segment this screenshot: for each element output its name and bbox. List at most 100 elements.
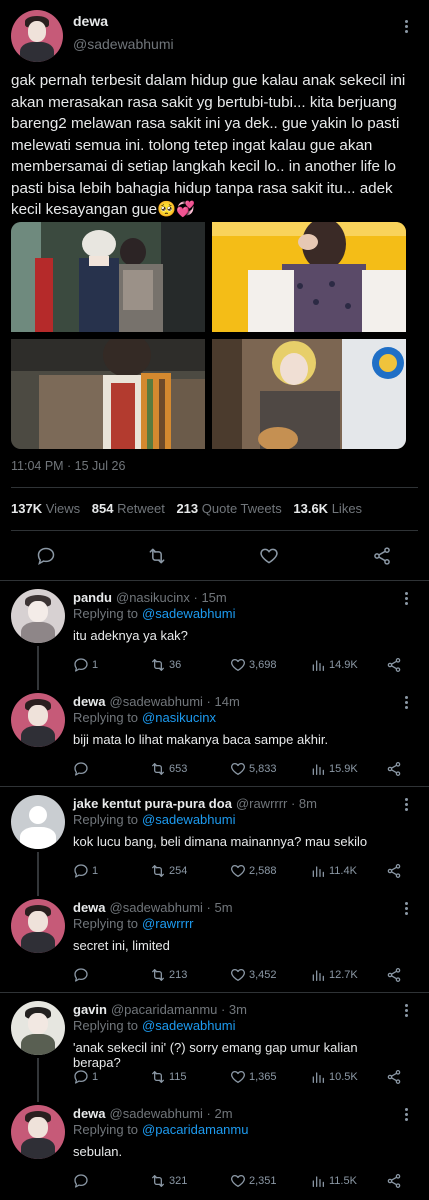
reply-author-handle[interactable]: @sadewabhumi · 5m xyxy=(110,900,233,915)
retweet-action[interactable]: 115 xyxy=(150,1068,187,1086)
views-icon[interactable] xyxy=(310,657,326,673)
views-action[interactable]: 11.4K xyxy=(310,862,357,880)
views-icon[interactable] xyxy=(310,761,326,777)
reply-action[interactable]: 1 xyxy=(73,656,98,674)
heart-action[interactable]: 1,365 xyxy=(230,1068,277,1086)
reply-action[interactable] xyxy=(73,1172,92,1190)
reply-author-name[interactable]: gavin xyxy=(73,1002,107,1017)
views-icon[interactable] xyxy=(310,967,326,983)
reply-author-handle[interactable]: @nasikucinx · 15m xyxy=(116,590,227,605)
reply-author-name[interactable]: pandu xyxy=(73,590,112,605)
more-icon[interactable] xyxy=(404,20,408,35)
views-count[interactable]: 137K xyxy=(11,501,42,516)
heart-icon[interactable] xyxy=(230,967,246,983)
heart-icon[interactable] xyxy=(230,657,246,673)
mention-link[interactable]: @nasikucinx xyxy=(142,710,216,725)
heart-icon[interactable] xyxy=(230,761,246,777)
photo-1[interactable] xyxy=(11,222,205,332)
mention-link[interactable]: @sadewabhumi xyxy=(142,812,235,827)
retweets-count[interactable]: 854 xyxy=(92,501,114,516)
retweet-action[interactable]: 36 xyxy=(150,656,181,674)
author-name[interactable]: dewa xyxy=(73,13,108,29)
likes-label[interactable]: Likes xyxy=(332,501,362,516)
views-action[interactable]: 12.7K xyxy=(310,966,358,984)
retweet-icon[interactable] xyxy=(150,761,166,777)
heart-action[interactable]: 3,452 xyxy=(230,966,277,984)
share-icon[interactable] xyxy=(386,1173,402,1189)
retweet-action[interactable]: 321 xyxy=(150,1172,187,1190)
views-action[interactable]: 14.9K xyxy=(310,656,358,674)
heart-icon[interactable] xyxy=(258,546,280,566)
photo-3[interactable] xyxy=(11,339,205,449)
reply-icon[interactable] xyxy=(73,863,89,879)
photo-4[interactable] xyxy=(212,339,406,449)
share-action[interactable] xyxy=(386,862,402,880)
heart-action[interactable]: 3,698 xyxy=(230,656,277,674)
more-icon[interactable] xyxy=(404,1004,408,1019)
views-action[interactable]: 15.9K xyxy=(310,760,358,778)
heart-icon[interactable] xyxy=(230,1069,246,1085)
views-action[interactable]: 10.5K xyxy=(310,1068,358,1086)
photo-2[interactable] xyxy=(212,222,406,332)
reply-author-handle[interactable]: @rawrrrr · 8m xyxy=(236,796,317,811)
more-icon[interactable] xyxy=(404,798,408,813)
avatar[interactable] xyxy=(11,589,65,643)
avatar[interactable] xyxy=(11,693,65,747)
retweet-icon[interactable] xyxy=(150,967,166,983)
share-action[interactable] xyxy=(386,656,402,674)
more-icon[interactable] xyxy=(404,1108,408,1123)
reply-author-handle[interactable]: @pacaridamanmu · 3m xyxy=(111,1002,247,1017)
avatar[interactable] xyxy=(11,795,65,849)
views-icon[interactable] xyxy=(310,1069,326,1085)
share-icon[interactable] xyxy=(386,657,402,673)
share-icon[interactable] xyxy=(386,761,402,777)
retweet-action[interactable]: 653 xyxy=(150,760,187,778)
reply-icon[interactable] xyxy=(73,1069,89,1085)
reply-icon[interactable] xyxy=(36,546,56,566)
mention-link[interactable]: @sadewabhumi xyxy=(142,1018,235,1033)
avatar[interactable] xyxy=(11,899,65,953)
retweet-action[interactable]: 213 xyxy=(150,966,187,984)
share-action[interactable] xyxy=(386,1068,402,1086)
retweet-icon[interactable] xyxy=(150,1069,166,1085)
retweet-icon[interactable] xyxy=(150,1173,166,1189)
quotes-count[interactable]: 213 xyxy=(176,501,198,516)
views-action[interactable]: 11.5K xyxy=(310,1172,357,1190)
reply-author-name[interactable]: dewa xyxy=(73,900,106,915)
more-icon[interactable] xyxy=(404,592,408,607)
mention-link[interactable]: @pacaridamanmu xyxy=(142,1122,248,1137)
reply-icon[interactable] xyxy=(73,761,89,777)
retweets-label[interactable]: Retweet xyxy=(117,501,165,516)
reply-author-name[interactable]: jake kentut pura-pura doa xyxy=(73,796,232,811)
retweet-icon[interactable] xyxy=(150,863,166,879)
quotes-label[interactable]: Quote Tweets xyxy=(202,501,282,516)
avatar[interactable] xyxy=(11,1105,65,1159)
likes-count[interactable]: 13.6K xyxy=(293,501,328,516)
retweet-icon[interactable] xyxy=(146,546,168,566)
share-action[interactable] xyxy=(386,1172,402,1190)
reply-action[interactable] xyxy=(73,760,92,778)
views-label[interactable]: Views xyxy=(46,501,80,516)
retweet-icon[interactable] xyxy=(150,657,166,673)
author-handle[interactable]: @sadewabhumi xyxy=(73,36,174,52)
share-icon[interactable] xyxy=(386,863,402,879)
reply-author-name[interactable]: dewa xyxy=(73,694,106,709)
avatar[interactable] xyxy=(11,1001,65,1055)
mention-link[interactable]: @sadewabhumi xyxy=(142,606,235,621)
reply-icon[interactable] xyxy=(73,1173,89,1189)
reply-action[interactable] xyxy=(73,966,92,984)
share-icon[interactable] xyxy=(371,546,393,566)
reply-author-name[interactable]: dewa xyxy=(73,1106,106,1121)
heart-action[interactable]: 2,351 xyxy=(230,1172,277,1190)
heart-icon[interactable] xyxy=(230,863,246,879)
reply-icon[interactable] xyxy=(73,657,89,673)
heart-action[interactable]: 5,833 xyxy=(230,760,277,778)
mention-link[interactable]: @rawrrrr xyxy=(142,916,193,931)
views-icon[interactable] xyxy=(310,863,326,879)
avatar[interactable] xyxy=(11,10,63,62)
heart-icon[interactable] xyxy=(230,1173,246,1189)
share-action[interactable] xyxy=(386,760,402,778)
tweet-timestamp[interactable]: 11:04 PM · 15 Jul 26 xyxy=(11,459,125,473)
share-icon[interactable] xyxy=(386,1069,402,1085)
more-icon[interactable] xyxy=(404,902,408,917)
